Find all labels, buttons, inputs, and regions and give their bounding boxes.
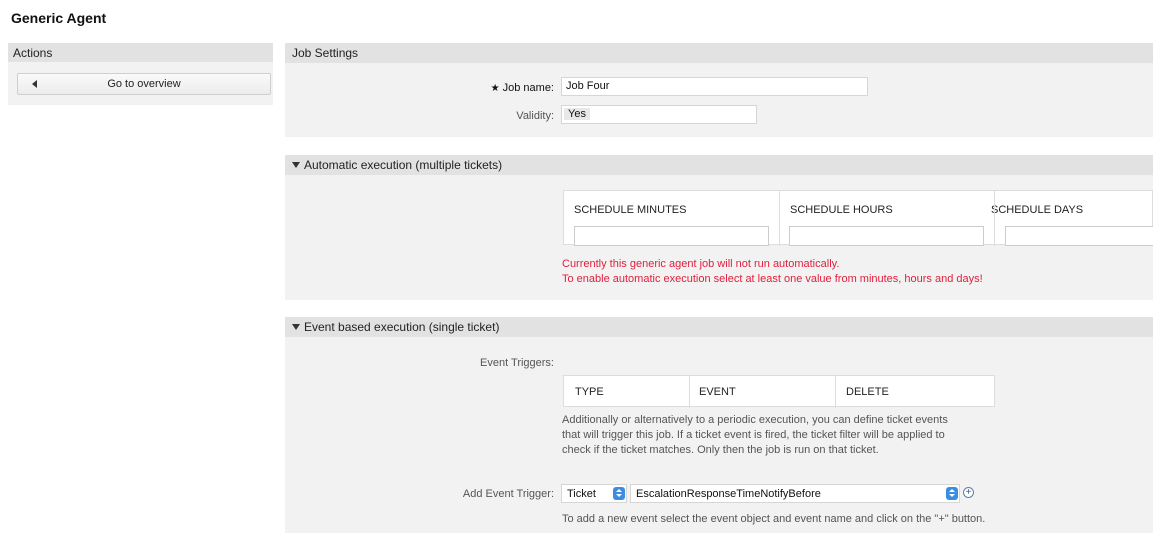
automatic-execution-widget: Automatic execution (multiple tickets) S… (285, 155, 1153, 300)
warning-line-2: To enable automatic execution select at … (562, 273, 983, 285)
column-divider (779, 191, 780, 246)
sidebar-header: Actions (8, 43, 273, 62)
schedule-table: SCHEDULE MINUTES SCHEDULE HOURS SCHEDULE… (563, 190, 1153, 246)
schedule-minutes-header: SCHEDULE MINUTES (574, 204, 687, 216)
column-divider (994, 191, 995, 246)
warning-line-1: Currently this generic agent job will no… (562, 258, 840, 270)
schedule-hours-header: SCHEDULE HOURS (790, 204, 893, 216)
validity-select[interactable]: Yes (561, 105, 757, 124)
delete-column-header: DELETE (846, 386, 889, 398)
actions-sidebar: Actions Go to overview (8, 43, 273, 105)
go-to-overview-button[interactable]: Go to overview (17, 73, 271, 95)
type-column-header: TYPE (575, 386, 604, 398)
job-name-field[interactable]: Job Four (561, 77, 868, 96)
validity-value: Yes (564, 108, 590, 120)
event-based-header[interactable]: Event based execution (single ticket) (285, 317, 1153, 337)
event-based-widget: Event based execution (single ticket) Ev… (285, 317, 1153, 533)
event-name-select[interactable]: EscalationResponseTimeNotifyBefore (630, 484, 960, 503)
column-divider (835, 376, 836, 408)
schedule-hours-select[interactable] (789, 226, 984, 246)
go-to-overview-label: Go to overview (107, 78, 181, 90)
event-help-line-2: that will trigger this job. If a ticket … (562, 429, 945, 441)
select-arrows-icon (613, 487, 625, 500)
event-help-line-1: Additionally or alternatively to a perio… (562, 414, 948, 426)
add-event-trigger-label: Add Event Trigger: (462, 488, 554, 500)
schedule-minutes-select[interactable] (574, 226, 769, 246)
event-column-header: EVENT (699, 386, 736, 398)
event-help-line-3: check if the ticket matches. Only then t… (562, 444, 879, 456)
job-settings-header: Job Settings (285, 43, 1153, 63)
automatic-execution-header[interactable]: Automatic execution (multiple tickets) (285, 155, 1153, 175)
event-object-value: Ticket (567, 488, 596, 500)
event-name-value: EscalationResponseTimeNotifyBefore (636, 488, 821, 500)
collapse-triangle-icon (292, 162, 300, 168)
select-arrows-icon (946, 487, 958, 500)
collapse-triangle-icon (292, 324, 300, 330)
page-title: Generic Agent (11, 10, 107, 26)
required-star-icon: ★ (490, 83, 500, 94)
event-triggers-table: TYPE EVENT DELETE (563, 375, 995, 408)
column-divider (689, 376, 690, 408)
add-event-plus-icon[interactable]: + (963, 487, 974, 498)
event-object-select[interactable]: Ticket (561, 484, 627, 503)
schedule-days-select[interactable] (1005, 226, 1153, 246)
job-settings-widget: Job Settings ★ Job name: Job Four Validit… (285, 43, 1153, 137)
job-name-label: ★ Job name: (490, 82, 554, 94)
add-event-help: To add a new event select the event obje… (562, 513, 986, 525)
validity-label: Validity: (516, 110, 554, 122)
event-triggers-label: Event Triggers: (480, 357, 554, 369)
schedule-days-header: SCHEDULE DAYS (991, 204, 1084, 216)
